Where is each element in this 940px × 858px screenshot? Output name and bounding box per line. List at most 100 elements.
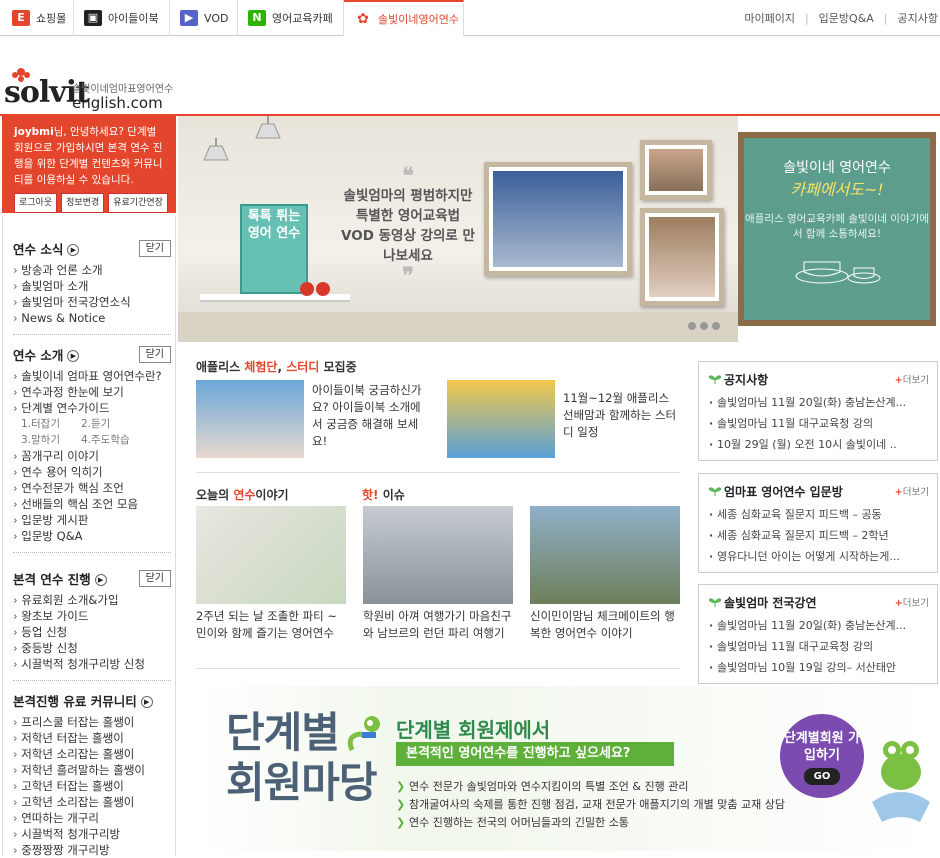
- divider: [13, 552, 171, 553]
- notice-item[interactable]: 영유다니던 아이는 어떻게 시작하는게...: [709, 546, 927, 567]
- tab-solvit[interactable]: ✿ 솔빛이네영어연수: [344, 0, 464, 37]
- arrow-circle-icon[interactable]: ▶: [67, 350, 80, 362]
- qna-link[interactable]: 입문방Q&A: [819, 10, 874, 26]
- sidebar-item[interactable]: 선배들의 핵심 조언 모음: [13, 496, 171, 512]
- sidebar-section-news: 연수 소식▶ 닫기 방송과 언론 소개 솔빛엄마 소개 솔빛엄마 전국강연소식 …: [13, 240, 171, 335]
- carousel-dots[interactable]: [688, 322, 720, 330]
- title-pre: 오늘의: [196, 488, 234, 502]
- sidebar-item[interactable]: 저학년 흘려말하는 홀쌩이: [13, 762, 171, 778]
- notice-title: 엄마표 영어연수 입문방: [724, 484, 843, 499]
- sprout-icon: [709, 487, 721, 496]
- sidebar-item[interactable]: 연수전문가 핵심 조언: [13, 480, 171, 496]
- title-hl: 핫!: [362, 488, 379, 502]
- sidebar-item[interactable]: 고학년 소리잡는 홀쌩이: [13, 794, 171, 810]
- login-box: joybmi님, 안녕하세요? 단계별 회원으로 가입하시면 본격 연수 진행을…: [2, 116, 176, 213]
- notice-title: 공지사항: [724, 372, 769, 387]
- arrow-circle-icon[interactable]: ▶: [67, 244, 80, 256]
- tab-english-cafe[interactable]: N 영어교육카페: [238, 0, 344, 36]
- sidebar-item[interactable]: 저학년 터잡는 홀쌩이: [13, 730, 171, 746]
- sidebar-item[interactable]: 솔빛엄마 전국강연소식: [13, 294, 171, 310]
- notice-item[interactable]: 솔빛엄마님 11월 20일(화) 충남논산계...: [709, 615, 927, 636]
- extend-period-button[interactable]: 유료기간연장: [108, 193, 168, 213]
- sidebar-item[interactable]: 솔빛이네 엄마표 영어연수란?: [13, 368, 171, 384]
- more-link[interactable]: +더보기: [895, 484, 929, 498]
- join-membership-button[interactable]: 단계별회원 가입하기 GO: [780, 714, 864, 798]
- divider: [196, 472, 680, 473]
- sidebar-item[interactable]: News & Notice: [13, 310, 171, 326]
- sidebar-item[interactable]: 입문방 게시판: [13, 512, 171, 528]
- more-link[interactable]: +더보기: [895, 595, 929, 609]
- sidebar-item[interactable]: 솔빛엄마 소개: [13, 278, 171, 294]
- tab-shop[interactable]: E 쇼핑몰: [0, 0, 74, 36]
- recruit-item[interactable]: 11월~12월 애플리스 선배맘과 함께하는 스터디 일정: [563, 390, 679, 441]
- mypage-link[interactable]: 마이페이지: [744, 10, 795, 26]
- site-logo[interactable]: solvit 솔빛이네엄마표영어연수 english.com: [4, 66, 174, 112]
- notice-item[interactable]: 세종 심화교육 질문지 피드백 – 공동: [709, 504, 927, 525]
- title-pre: 애플리스: [196, 360, 245, 374]
- sidebar-item[interactable]: 왕초보 가이드: [13, 608, 171, 624]
- lecture-box: 솔빛엄마 전국강연 +더보기 솔빛엄마님 11월 20일(화) 충남논산계...…: [698, 584, 938, 684]
- sidebar-item[interactable]: 입문방 Q&A: [13, 528, 171, 544]
- story-thumb[interactable]: [363, 506, 513, 604]
- arrow-circle-icon[interactable]: ▶: [94, 574, 107, 586]
- sidebar-item[interactable]: 유료회원 소개&가입: [13, 592, 171, 608]
- subitem[interactable]: 1.터잡기: [21, 416, 81, 432]
- sidebar-item[interactable]: 프리스쿨 터잡는 홀쌩이: [13, 714, 171, 730]
- tab-vod[interactable]: ▶ VOD: [170, 0, 238, 36]
- close-button[interactable]: 닫기: [138, 346, 171, 363]
- close-button[interactable]: 닫기: [138, 240, 171, 257]
- recruit-item[interactable]: 아이들이북 궁금하신가요? 아이들이북 소개에서 궁금증 해결해 보세요!: [312, 382, 430, 450]
- sidebar-item[interactable]: 연따하는 개구리: [13, 810, 171, 826]
- sidebar-item[interactable]: 저학년 소리잡는 홀쌩이: [13, 746, 171, 762]
- go-button[interactable]: GO: [803, 768, 841, 785]
- logout-button[interactable]: 로그아웃: [14, 193, 58, 213]
- close-button[interactable]: 닫기: [138, 570, 171, 587]
- subitem[interactable]: 4.주도학습: [81, 434, 130, 446]
- sidebar-item[interactable]: 중짱짱짱 개구리방: [13, 842, 171, 858]
- sidebar-item[interactable]: 고학년 터잡는 홀쌩이: [13, 778, 171, 794]
- logo-domain: english.com: [72, 94, 163, 112]
- notice-item[interactable]: 세종 심화교육 질문지 피드백 – 2학년: [709, 525, 927, 546]
- membership-banner[interactable]: 단계별 회원마당 단계별 회원제에서 본격적인 영어연수를 진행하고 싶으세요?…: [196, 686, 940, 851]
- edit-info-button[interactable]: 정보변경: [61, 193, 105, 213]
- subitem[interactable]: 3.말하기: [21, 432, 81, 448]
- recruit-thumb[interactable]: [447, 380, 555, 458]
- story-thumb[interactable]: [530, 506, 680, 604]
- sprout-icon: [709, 375, 721, 384]
- tab-label: VOD: [204, 11, 229, 25]
- notice-item[interactable]: 솔빛엄마님 10월 19일 강의– 서산태안: [709, 657, 927, 678]
- sidebar-item[interactable]: 꼼개구리 이야기: [13, 448, 171, 464]
- story-item[interactable]: 2주년 되는 날 조촐한 파티 ~ 민이와 함께 즐기는 영어연수: [196, 608, 346, 642]
- sidebar-item[interactable]: 등업 신청: [13, 624, 171, 640]
- sidebar-item[interactable]: 연수 용어 익히기: [13, 464, 171, 480]
- tab-label: 영어교육카페: [272, 12, 333, 25]
- banner-bar: 본격적인 영어연수를 진행하고 싶으세요?: [396, 742, 674, 766]
- story-thumb[interactable]: [196, 506, 346, 604]
- sidebar-item[interactable]: 시끌벅적 청개구리방 신청: [13, 656, 171, 672]
- sidebar-subitems: 3.말하기 4.주도학습: [13, 432, 171, 448]
- sidebar-item[interactable]: 단계별 연수가이드: [13, 400, 171, 416]
- notice-item[interactable]: 솔빛엄마님 11월 대구교육청 강의: [709, 636, 927, 657]
- cafe-chalkboard[interactable]: 솔빛이네 영어연수 카페에서도~! 애플리스 영어교육카페 솔빛이네 이야기에서…: [738, 132, 936, 326]
- notice-item[interactable]: 솔빛엄마님 11월 20일(화) 충남논산계...: [709, 392, 927, 413]
- story-item[interactable]: 학원비 아껴 여행가기 마음친구와 남브르의 런던 파리 여행기: [363, 608, 513, 642]
- notice-item[interactable]: 10월 29일 (월) 오전 10시 솔빛이네 ..: [709, 434, 927, 455]
- cafe-desc: 애플리스 영어교육카페 솔빛이네 이야기에서 함께 소통하세요!: [745, 213, 929, 240]
- tab-ebook[interactable]: ▣ 아이들이북: [74, 0, 170, 36]
- title-hl: 연수: [233, 488, 256, 502]
- sprout-icon: [709, 598, 721, 607]
- more-link[interactable]: +더보기: [895, 372, 929, 386]
- sidebar-item[interactable]: 시끌벅적 청개구리방: [13, 826, 171, 842]
- sidebar-item[interactable]: 연수과정 한눈에 보기: [13, 384, 171, 400]
- main-banner[interactable]: 톡톡 튀는 영어 연수 ❝ 솔빛엄마의 평범하지만 특별한 영어교육법 VOD 동…: [178, 116, 738, 342]
- coffee-cup-icon: [795, 261, 881, 284]
- arrow-circle-icon[interactable]: ▶: [140, 696, 153, 708]
- sidebar-item[interactable]: 중등방 신청: [13, 640, 171, 656]
- recruit-thumb[interactable]: [196, 380, 304, 458]
- notice-link[interactable]: 공지사항: [898, 10, 938, 26]
- notice-item[interactable]: 솔빛엄마님 11월 대구교육청 강의: [709, 413, 927, 434]
- notice-box: 공지사항 +더보기 솔빛엄마님 11월 20일(화) 충남논산계... 솔빛엄마…: [698, 361, 938, 461]
- sidebar-item[interactable]: 방송과 언론 소개: [13, 262, 171, 278]
- subitem[interactable]: 2.듣기: [81, 418, 110, 430]
- story-item[interactable]: 신이민이맘님 체크메이트의 행복한 영어연수 이야기: [530, 608, 680, 642]
